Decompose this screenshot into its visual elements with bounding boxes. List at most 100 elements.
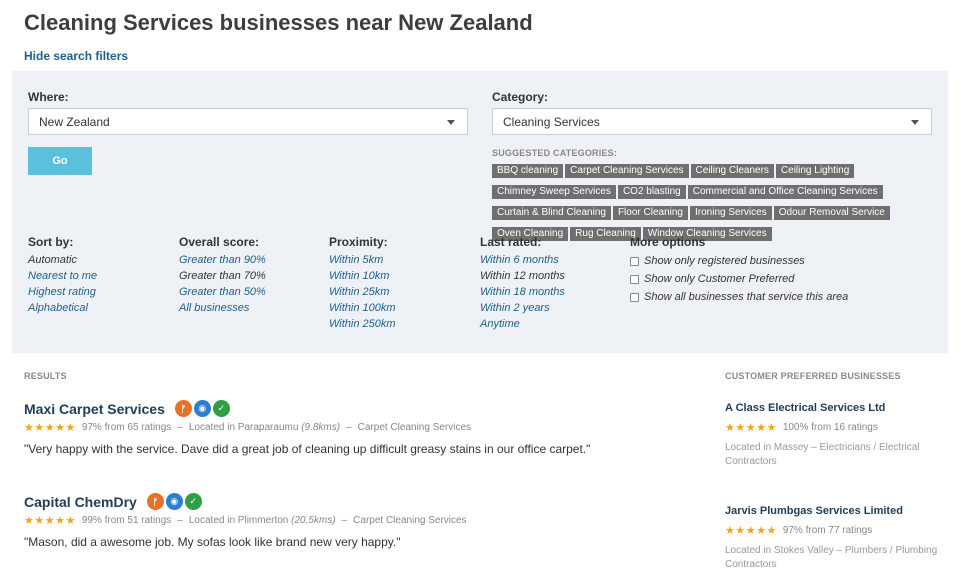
- category-tag[interactable]: CO2 blasting: [617, 185, 686, 199]
- more-options-filter: More options Show only registered busine…: [630, 235, 848, 306]
- customer-preferred-only-checkbox[interactable]: [630, 274, 639, 284]
- last-rated-option-2-years[interactable]: Within 2 years: [480, 300, 565, 316]
- category-tag[interactable]: Odour Removal Service: [773, 206, 890, 220]
- last-rated-option-6-months[interactable]: Within 6 months: [480, 252, 565, 268]
- service-area-option[interactable]: Show all businesses that service this ar…: [630, 288, 848, 306]
- more-options-title: More options: [630, 235, 706, 249]
- category-tag[interactable]: BBQ cleaning: [492, 164, 564, 178]
- sort-option-nearest[interactable]: Nearest to me: [28, 268, 97, 284]
- hide-search-filters-link[interactable]: Hide search filters: [24, 49, 128, 63]
- separator: –: [177, 422, 183, 433]
- separator: –: [341, 515, 348, 526]
- category-tag[interactable]: Ceiling Lighting: [775, 164, 855, 178]
- business-name-link[interactable]: Capital ChemDry: [24, 494, 137, 510]
- last-rated-title: Last rated:: [480, 235, 542, 249]
- proximity-title: Proximity:: [329, 235, 388, 249]
- category-tag[interactable]: Ceiling Cleaners: [690, 164, 774, 178]
- distance-text: (20.5kms): [291, 515, 336, 526]
- business-category: Carpet Cleaning Services: [357, 422, 472, 433]
- go-button[interactable]: Go: [28, 147, 92, 175]
- cp-business-name-link[interactable]: Jarvis Plumbgas Services Limited: [725, 505, 940, 517]
- separator: –: [346, 422, 352, 433]
- last-rated-filter: Last rated: Within 6 months Within 12 mo…: [480, 235, 565, 332]
- star-rating: ★★★★★: [725, 422, 777, 434]
- business-category: Carpet Cleaning Services: [353, 515, 467, 526]
- result-item: Capital ChemDry ᚠ ◉ ✓ ★★★★★ 99% from 51 …: [24, 493, 704, 549]
- customer-preferred-item: A Class Electrical Services Ltd ★★★★★ 10…: [725, 402, 940, 469]
- category-tag[interactable]: Ironing Services: [690, 206, 772, 220]
- chevron-down-icon: [911, 120, 919, 125]
- proximity-option-25km[interactable]: Within 25km: [329, 284, 396, 300]
- location-text: Located in Plimmerton: [188, 515, 289, 526]
- overall-score-filter: Overall score: Greater than 90% Greater …: [179, 235, 266, 316]
- review-quote: "Very happy with the service. Dave did a…: [24, 442, 591, 456]
- star-rating: ★★★★★: [725, 525, 777, 537]
- cp-location-text: Located in Massey – Electricians / Elect…: [725, 442, 920, 467]
- check-badge-icon: ✓: [184, 493, 202, 510]
- where-select[interactable]: New Zealand: [28, 108, 468, 135]
- separator: –: [177, 515, 183, 526]
- last-rated-option-anytime[interactable]: Anytime: [480, 316, 565, 332]
- customer-preferred-only-option[interactable]: Show only Customer Preferred: [630, 270, 848, 288]
- registered-only-label: Show only registered businesses: [644, 255, 805, 267]
- sort-option-highest-rating[interactable]: Highest rating: [28, 284, 97, 300]
- category-tag[interactable]: Floor Cleaning: [612, 206, 688, 220]
- distance-text: (9.8kms): [301, 422, 341, 433]
- proximity-option-250km[interactable]: Within 250km: [329, 316, 396, 332]
- star-rating: ★★★★★: [24, 422, 76, 434]
- rating-text: 99% from 51 ratings: [81, 515, 172, 526]
- sort-by-title: Sort by:: [28, 235, 74, 249]
- chevron-down-icon: [447, 120, 455, 125]
- check-badge-icon: ✓: [212, 400, 230, 417]
- rating-text: 97% from 65 ratings: [81, 422, 172, 433]
- suggested-categories-list: BBQ cleaning Carpet Cleaning Services Ceil…: [492, 160, 912, 244]
- service-area-checkbox[interactable]: [630, 292, 639, 302]
- sort-option-automatic: Automatic: [28, 254, 77, 266]
- customer-preferred-item: Jarvis Plumbgas Services Limited ★★★★★ 9…: [725, 505, 940, 572]
- category-select-value: Cleaning Services: [503, 115, 600, 129]
- fire-badge-icon: ᚠ: [174, 400, 192, 417]
- review-quote: "Mason, did a awesome job. My sofas look…: [24, 535, 401, 549]
- rating-text: 100% from 16 ratings: [782, 422, 878, 433]
- score-option-all[interactable]: All businesses: [179, 300, 266, 316]
- category-tag[interactable]: Chimney Sweep Services: [492, 185, 616, 199]
- business-name-link[interactable]: Maxi Carpet Services: [24, 401, 165, 417]
- search-filter-panel: Where: New Zealand Category: Cleaning Se…: [12, 71, 948, 353]
- result-item: Maxi Carpet Services ᚠ ◉ ✓ ★★★★★ 97% fro…: [24, 400, 704, 456]
- last-rated-option-12-months: Within 12 months: [480, 270, 565, 282]
- proximity-option-100km[interactable]: Within 100km: [329, 300, 396, 316]
- fire-badge-icon: ᚠ: [146, 493, 164, 510]
- results-heading: RESULTS: [24, 371, 67, 381]
- category-tag[interactable]: Curtain & Blind Cleaning: [492, 206, 611, 220]
- where-label: Where:: [28, 90, 69, 104]
- globe-badge-icon: ◉: [193, 400, 211, 417]
- page-title: Cleaning Services businesses near New Ze…: [24, 10, 533, 35]
- customer-preferred-heading: CUSTOMER PREFERRED BUSINESSES: [725, 371, 901, 381]
- suggested-categories-title: SUGGESTED CATEGORIES:: [492, 148, 618, 158]
- star-rating: ★★★★★: [24, 515, 76, 527]
- last-rated-option-18-months[interactable]: Within 18 months: [480, 284, 565, 300]
- customer-preferred-only-label: Show only Customer Preferred: [644, 273, 795, 285]
- location-text: Located in Paraparaumu: [188, 422, 299, 433]
- proximity-option-10km[interactable]: Within 10km: [329, 268, 396, 284]
- proximity-option-5km[interactable]: Within 5km: [329, 252, 396, 268]
- score-option-50[interactable]: Greater than 50%: [179, 284, 266, 300]
- cp-business-name-link[interactable]: A Class Electrical Services Ltd: [725, 402, 940, 414]
- where-select-value: New Zealand: [39, 115, 110, 129]
- category-select[interactable]: Cleaning Services: [492, 108, 932, 135]
- score-option-70: Greater than 70%: [179, 270, 266, 282]
- category-tag[interactable]: Carpet Cleaning Services: [565, 164, 689, 178]
- overall-score-title: Overall score:: [179, 235, 260, 249]
- registered-only-option[interactable]: Show only registered businesses: [630, 252, 848, 270]
- registered-only-checkbox[interactable]: [630, 256, 639, 266]
- cp-location-text: Located in Stokes Valley – Plumbers / Pl…: [725, 545, 938, 570]
- proximity-filter: Proximity: Within 5km Within 10km Within…: [329, 235, 396, 332]
- service-area-label: Show all businesses that service this ar…: [644, 291, 849, 303]
- rating-text: 97% from 77 ratings: [782, 525, 873, 536]
- sort-option-alphabetical[interactable]: Alphabetical: [28, 300, 97, 316]
- score-option-90[interactable]: Greater than 90%: [179, 252, 266, 268]
- badge-group: ᚠ ◉ ✓: [146, 493, 204, 510]
- category-tag[interactable]: Commercial and Office Cleaning Services: [687, 185, 883, 199]
- globe-badge-icon: ◉: [165, 493, 183, 510]
- sort-by-filter: Sort by: Automatic Nearest to me Highest…: [28, 235, 97, 316]
